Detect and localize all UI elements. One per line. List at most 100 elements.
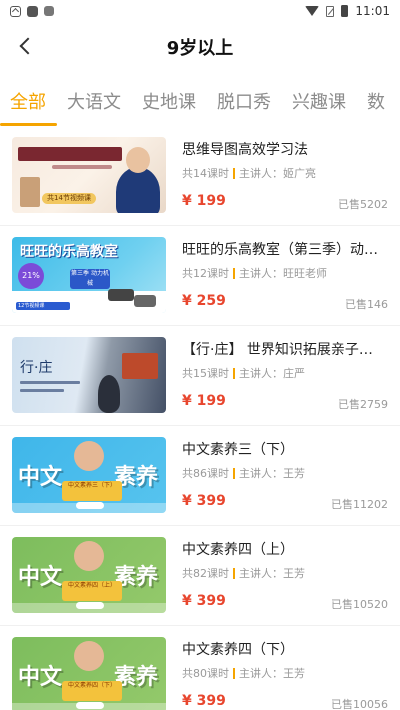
lecturer-label: 主讲人： <box>239 167 283 180</box>
category-tabs: 全部 大语文 史地课 脱口秀 兴趣课 数 <box>0 80 400 126</box>
lecturer-label: 主讲人： <box>239 467 283 480</box>
thumbnail-word-left: 中文 <box>18 565 63 590</box>
course-meta: 共12课时 主讲人： 旺旺老师 <box>182 265 327 281</box>
course-thumbnail: 中文 素养 中文素养四（下） <box>12 637 166 710</box>
thumbnail-logo-text: 行·庄 <box>20 360 53 376</box>
course-meta: 共80课时 主讲人： 王芳 <box>182 665 305 681</box>
thumbnail-tag <box>76 502 104 509</box>
course-price: ¥ 399 <box>182 493 226 509</box>
settings-icon <box>10 5 21 17</box>
tab-interest[interactable]: 兴趣课 <box>292 80 346 126</box>
course-price: ¥ 399 <box>182 593 226 609</box>
download-notification-icon <box>44 6 54 16</box>
status-bar: 11:01 <box>0 0 400 22</box>
thumbnail-building <box>20 177 40 207</box>
course-title: 中文素养四（下） <box>182 642 294 658</box>
tab-all[interactable]: 全部 <box>0 80 57 126</box>
course-meta: 共14课时 主讲人： 姬广亮 <box>182 165 316 181</box>
thumbnail-title-text: 旺旺的乐高教室 <box>20 244 118 260</box>
thumbnail-tag <box>76 602 104 609</box>
tab-talk-show[interactable]: 脱口秀 <box>217 80 271 126</box>
app-notification-icon <box>27 5 38 17</box>
course-price: ¥ 399 <box>182 693 226 709</box>
thumbnail-badge: 21% <box>18 263 44 289</box>
course-lecturer: 旺旺老师 <box>283 267 327 280</box>
course-sold-count: 已售146 <box>345 298 388 311</box>
thumbnail-ribbon: 中文素养三（下） <box>62 481 122 501</box>
course-price: ¥ 199 <box>182 193 226 209</box>
course-item[interactable]: 中文 素养 中文素养三（下） 中文素养三（下） 共86课时 主讲人： 王芳 ¥ … <box>0 426 400 526</box>
course-thumbnail: 中文 素养 中文素养三（下） <box>12 437 166 513</box>
thumbnail-lesson-bar: 12节视频课 <box>16 302 70 310</box>
course-lessons: 共82课时 <box>182 567 229 580</box>
status-notification-icons <box>10 5 54 17</box>
robot-image <box>134 295 156 307</box>
meta-divider <box>233 267 235 279</box>
thumbnail-subtitle-line <box>52 165 112 169</box>
course-item[interactable]: 中文 素养 中文素养四（上） 中文素养四（上） 共82课时 主讲人： 王芳 ¥ … <box>0 526 400 626</box>
header: 9岁以上 <box>0 22 400 72</box>
thumbnail-word-left: 中文 <box>18 465 63 490</box>
wifi-icon <box>305 6 320 16</box>
course-title: 旺旺的乐高教室（第三季）动… <box>182 242 378 258</box>
back-arrow-icon[interactable] <box>14 34 38 58</box>
meta-divider <box>233 167 235 179</box>
thumbnail-word-left: 中文 <box>18 665 63 690</box>
course-title: 【行·庄】 世界知识拓展亲子… <box>182 342 373 358</box>
course-price: ¥ 259 <box>182 293 226 309</box>
lecturer-label: 主讲人： <box>239 667 283 680</box>
course-thumbnail: 共14节视频课 <box>12 137 166 213</box>
course-lecturer: 王芳 <box>283 467 305 480</box>
meta-divider <box>233 667 235 679</box>
course-thumbnail: 旺旺的乐高教室 21% 第三季 动力机械 12节视频课 <box>12 237 166 313</box>
thumbnail-text-line <box>20 389 64 392</box>
course-lessons: 共12课时 <box>182 267 229 280</box>
course-price: ¥ 199 <box>182 393 226 409</box>
course-title: 中文素养四（上） <box>182 542 294 558</box>
course-sold-count: 已售10056 <box>331 698 388 710</box>
page-title: 9岁以上 <box>166 38 234 59</box>
course-title: 中文素养三（下） <box>182 442 294 458</box>
course-lecturer: 庄严 <box>283 367 305 380</box>
course-lecturer: 王芳 <box>283 667 305 680</box>
teacher-figure <box>116 167 160 213</box>
status-time: 11:01 <box>355 4 390 18</box>
thumbnail-ribbon: 中文素养四（上） <box>62 581 122 601</box>
course-item[interactable]: 行·庄 【行·庄】 世界知识拓展亲子… 共15课时 主讲人： 庄严 ¥ 199 … <box>0 326 400 426</box>
teacher-head <box>74 541 104 571</box>
street-sign-image <box>122 353 158 379</box>
course-meta: 共86课时 主讲人： 王芳 <box>182 465 305 481</box>
course-lessons: 共80课时 <box>182 667 229 680</box>
course-sold-count: 已售11202 <box>331 498 388 511</box>
thumbnail-tag <box>76 702 104 709</box>
course-meta: 共82课时 主讲人： 王芳 <box>182 565 305 581</box>
tab-history-geography[interactable]: 史地课 <box>142 80 196 126</box>
course-title: 思维导图高效学习法 <box>182 142 308 158</box>
thumbnail-season-box: 第三季 动力机械 <box>70 269 110 289</box>
meta-divider <box>233 367 235 379</box>
course-thumbnail: 行·庄 <box>12 337 166 413</box>
teacher-head <box>74 641 104 671</box>
person-figure <box>98 375 120 413</box>
meta-divider <box>233 567 235 579</box>
course-item[interactable]: 共14节视频课 思维导图高效学习法 共14课时 主讲人： 姬广亮 ¥ 199 已… <box>0 126 400 226</box>
thumbnail-banner <box>18 147 122 161</box>
course-lecturer: 王芳 <box>283 567 305 580</box>
tab-math[interactable]: 数 <box>367 80 385 126</box>
tab-chinese[interactable]: 大语文 <box>67 80 121 126</box>
thumbnail-ribbon: 中文素养四（下） <box>62 681 122 701</box>
robot-image <box>108 289 134 301</box>
lecturer-label: 主讲人： <box>239 567 283 580</box>
course-list: 共14节视频课 思维导图高效学习法 共14课时 主讲人： 姬广亮 ¥ 199 已… <box>0 126 400 710</box>
lecturer-label: 主讲人： <box>239 267 283 280</box>
no-sim-icon <box>326 5 335 17</box>
course-lessons: 共15课时 <box>182 367 229 380</box>
course-sold-count: 已售10520 <box>331 598 388 611</box>
battery-icon <box>341 5 349 17</box>
course-item[interactable]: 旺旺的乐高教室 21% 第三季 动力机械 12节视频课 旺旺的乐高教室（第三季）… <box>0 226 400 326</box>
thumbnail-lesson-pill: 共14节视频课 <box>42 193 96 204</box>
course-item[interactable]: 中文 素养 中文素养四（下） 中文素养四（下） 共80课时 主讲人： 王芳 ¥ … <box>0 626 400 710</box>
course-sold-count: 已售2759 <box>338 398 388 411</box>
meta-divider <box>233 467 235 479</box>
course-lessons: 共14课时 <box>182 167 229 180</box>
